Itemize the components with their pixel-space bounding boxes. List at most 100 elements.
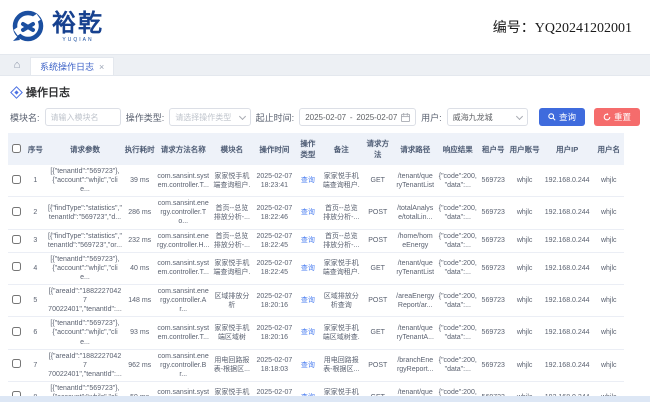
cell-request-params: [{"areaId":"18822270427 70022401","tenan…: [46, 349, 124, 382]
user-filter-label: 用户:: [421, 112, 442, 123]
cell-result: {"code":200, "data":...: [437, 252, 479, 286]
cell-duration: 93 ms: [123, 316, 156, 350]
cell-tenant: 569723: [478, 316, 509, 350]
table-row: 7 [{"areaId":"18822270427 70022401","ten…: [8, 349, 624, 382]
tab-bar: ⌂ 系统操作日志 ×: [0, 54, 650, 76]
col-username: 用户名: [593, 133, 624, 165]
panel-title-text: 操作日志: [26, 87, 70, 99]
cell-account: whjlc: [508, 229, 541, 253]
cell-op-type-link[interactable]: 查询: [301, 362, 315, 369]
operation-log-panel: 操作日志 模块名: 操作类型: 请选择操作类型 起止时间: 2025-02-07…: [0, 76, 650, 402]
cell-duration: 148 ms: [123, 284, 156, 318]
cell-op-time: 2025-02-07 18:22:46: [253, 196, 296, 230]
cell-account: whjlc: [508, 252, 541, 286]
cell-request-params: [{"tenantId":"569723"}, {"account":"whjl…: [46, 165, 124, 198]
cell-http-method: POST: [362, 284, 393, 318]
row-checkbox[interactable]: [11, 234, 21, 244]
cell-http-method: GET: [362, 316, 393, 350]
search-button[interactable]: 查询: [538, 108, 585, 126]
cell-tenant: 569723: [478, 165, 509, 198]
tab-label: 系统操作日志: [40, 62, 95, 72]
cell-op-type-link[interactable]: 查询: [301, 297, 315, 304]
cell-module: 首页--总览 排放分析-...: [210, 229, 254, 253]
cell-path: /tenant/que ryTenantList: [392, 252, 438, 286]
date-end-value: 2025-02-07: [356, 112, 398, 122]
app-window: 裕乾 YUQIAN 编号：YQ20241202001 ⌂ 系统操作日志 × 操作…: [0, 0, 650, 402]
cell-request-params: [{"findType":"statistics"," tenantId":"5…: [46, 229, 124, 253]
module-name-input[interactable]: [44, 108, 121, 126]
home-icon[interactable]: ⌂: [8, 55, 26, 75]
cell-path: /tenant/que ryTenantA...: [392, 316, 438, 350]
select-all-checkbox[interactable]: [11, 143, 21, 153]
col-http-method: 请求方法: [362, 133, 393, 165]
cell-tenant: 569723: [478, 229, 509, 253]
bottom-background-strip: [0, 396, 650, 402]
cell-path: /totalAnalys e/totalLin...: [392, 196, 438, 230]
cell-remark: 家家悦手机 端查询租户.: [320, 252, 363, 286]
cell-method-name: com.sansint.syst em.controller.T...: [155, 316, 211, 350]
company-logo: 裕乾 YUQIAN: [10, 9, 104, 45]
cell-http-method: POST: [362, 229, 393, 253]
cell-index: 2: [24, 196, 47, 230]
cell-ip: 192.168.0.244: [540, 349, 594, 382]
cell-remark: 用电回路报 表-根据区...: [320, 349, 363, 382]
cell-index: 6: [24, 316, 47, 350]
cell-username: whjlc: [593, 316, 624, 350]
col-ip: 用户IP: [540, 133, 594, 165]
table-row: 3 [{"findType":"statistics"," tenantId":…: [8, 229, 624, 253]
cell-module: 区域排放分 析: [210, 284, 254, 318]
row-checkbox[interactable]: [11, 326, 21, 336]
cell-method-name: com.sansint.ene rgy.controller.H...: [155, 229, 211, 253]
tab-system-operation-log[interactable]: 系统操作日志 ×: [30, 57, 115, 75]
user-select[interactable]: 威海九龙城: [446, 108, 528, 126]
cell-module: 家家悦手机 端查询租户.: [210, 165, 254, 198]
table-row: 4 [{"tenantId":"569723"}, {"account":"wh…: [8, 252, 624, 286]
row-checkbox[interactable]: [11, 359, 21, 369]
cell-method-name: com.sansint.ene rgy.controller.Br...: [155, 349, 211, 382]
reset-button[interactable]: 重置: [593, 108, 640, 126]
cell-account: whjlc: [508, 349, 541, 382]
cell-tenant: 569723: [478, 349, 509, 382]
document-number: 编号：YQ20241202001: [492, 21, 632, 36]
cell-ip: 192.168.0.244: [540, 229, 594, 253]
cell-result: {"code":200, "data":...: [437, 229, 479, 253]
cell-op-type-link[interactable]: 查询: [301, 265, 315, 272]
date-range-label: 起止时间:: [255, 112, 295, 123]
date-range-picker[interactable]: 2025-02-07 - 2025-02-07: [299, 108, 417, 126]
cell-request-params: [{"areaId":"18822270427 70022401","tenan…: [46, 284, 124, 318]
tab-close-icon[interactable]: ×: [99, 62, 104, 72]
cell-module: 家家悦手机 端区域树: [210, 316, 254, 350]
cell-remark: 家家悦手机 端区域树查.: [320, 316, 363, 350]
cell-duration: 232 ms: [123, 229, 156, 253]
cell-op-time: 2025-02-07 18:23:41: [253, 165, 296, 198]
cell-remark: 首页--总览 排放分析-...: [320, 196, 363, 230]
op-type-select[interactable]: 请选择操作类型: [169, 108, 251, 126]
row-checkbox[interactable]: [11, 206, 21, 216]
cell-http-method: POST: [362, 349, 393, 382]
row-checkbox[interactable]: [11, 174, 21, 184]
cell-method-name: com.sansint.ene rgy.controller.To...: [155, 196, 211, 230]
cell-op-type-link[interactable]: 查询: [301, 329, 315, 336]
cell-path: /areaEnergy Report/ar...: [392, 284, 438, 318]
cell-module: 家家悦手机 端查询租户.: [210, 252, 254, 286]
col-module: 模块名: [210, 133, 254, 165]
cell-ip: 192.168.0.244: [540, 252, 594, 286]
table-row: 6 [{"tenantId":"569723"}, {"account":"wh…: [8, 316, 624, 350]
cell-duration: 962 ms: [123, 349, 156, 382]
cell-account: whjlc: [508, 196, 541, 230]
cell-op-type-link[interactable]: 查询: [301, 177, 315, 184]
cell-username: whjlc: [593, 165, 624, 198]
chevron-down-icon: [515, 112, 523, 120]
search-icon: [548, 113, 556, 121]
cell-op-type-link[interactable]: 查询: [301, 237, 315, 244]
cell-method-name: com.sansint.syst em.controller.T...: [155, 252, 211, 286]
cell-ip: 192.168.0.244: [540, 165, 594, 198]
cell-op-type-link[interactable]: 查询: [301, 209, 315, 216]
row-checkbox[interactable]: [11, 262, 21, 272]
row-checkbox[interactable]: [11, 294, 21, 304]
col-result: 响应结果: [437, 133, 479, 165]
module-name-input-field[interactable]: [50, 112, 115, 122]
cell-result: {"code":200, "data":...: [437, 196, 479, 230]
operation-log-table: 序号 请求参数 执行耗时 请求方法名称 模块名 操作时间 操作类型 备注 请求方…: [8, 133, 624, 402]
cell-tenant: 569723: [478, 196, 509, 230]
